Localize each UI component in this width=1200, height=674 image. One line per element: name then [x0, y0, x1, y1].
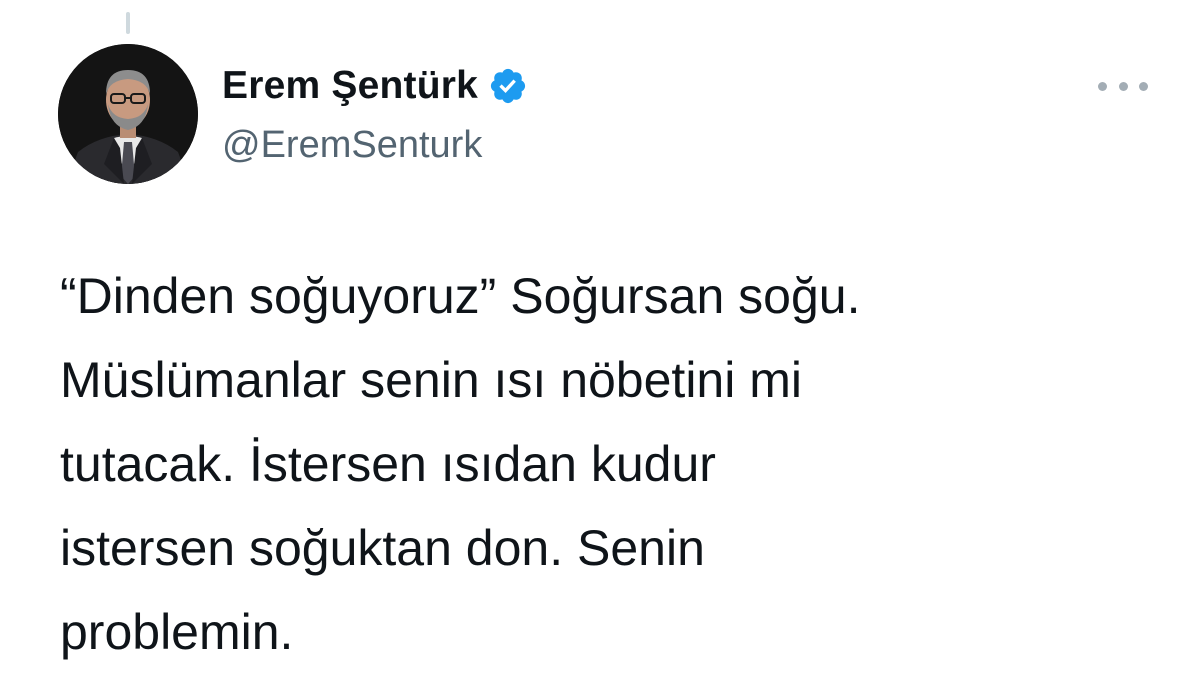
tweet-text-line: problemin.	[60, 604, 294, 660]
thread-connector-line	[126, 12, 130, 34]
tweet-text: “Dinden soğuyoruz” Soğursan soğu. Müslüm…	[60, 254, 1160, 674]
tweet-text-line: istersen soğuktan don. Senin	[60, 520, 705, 576]
author-handle[interactable]: @EremSenturk	[222, 124, 482, 167]
more-horizontal-icon	[1098, 81, 1107, 91]
avatar-photo	[58, 44, 198, 184]
tweet-text-line: “Dinden soğuyoruz” Soğursan soğu.	[60, 268, 861, 324]
more-horizontal-icon	[1118, 81, 1128, 91]
more-options-button[interactable]	[1098, 68, 1148, 104]
avatar[interactable]	[58, 44, 198, 184]
more-horizontal-icon	[1139, 81, 1148, 91]
tweet-text-line: tutacak. İstersen ısıdan kudur	[60, 436, 716, 492]
author-display-name[interactable]: Erem Şentürk	[222, 64, 478, 108]
verified-badge-icon	[488, 66, 528, 106]
tweet-text-line: Müslümanlar senin ısı nöbetini mi	[60, 352, 802, 408]
author-name-row[interactable]: Erem Şentürk	[222, 64, 528, 108]
